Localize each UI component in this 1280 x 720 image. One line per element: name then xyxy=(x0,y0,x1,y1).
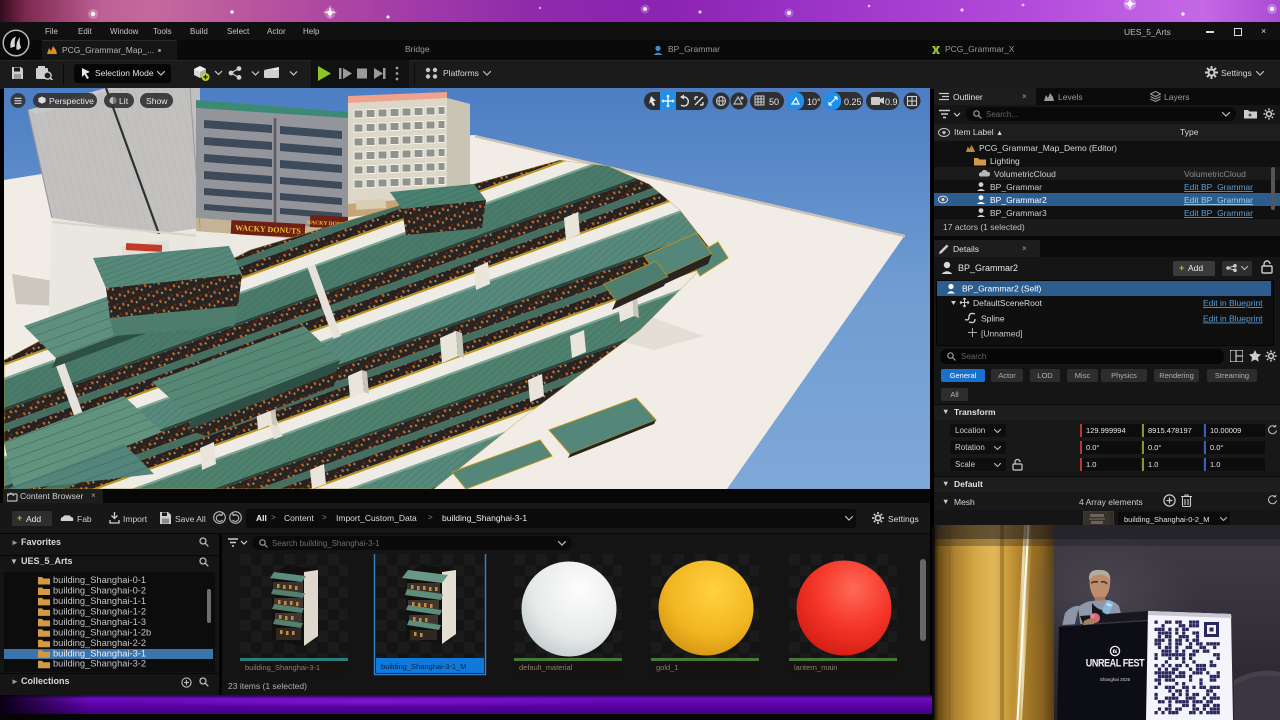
svg-text:BP_Grammar: BP_Grammar xyxy=(990,182,1042,192)
svg-text:BP_Grammar3: BP_Grammar3 xyxy=(990,208,1047,218)
svg-text:building_Shanghai-2-2: building_Shanghai-2-2 xyxy=(53,638,146,648)
svg-text:Perspective: Perspective xyxy=(49,96,94,106)
svg-text:Edit BP_Grammar: Edit BP_Grammar xyxy=(1184,195,1253,205)
svg-text:Shanghai 2025: Shanghai 2025 xyxy=(1100,677,1131,682)
svg-text:Lighting: Lighting xyxy=(990,156,1020,166)
svg-text:Edit in Blueprint: Edit in Blueprint xyxy=(1203,298,1263,308)
svg-text:Spline: Spline xyxy=(981,314,1005,324)
svg-text:building_Shanghai-1-3: building_Shanghai-1-3 xyxy=(53,617,146,627)
svg-text:building_Shanghai-1-2b: building_Shanghai-1-2b xyxy=(53,627,151,637)
svg-text:10°: 10° xyxy=(807,97,821,107)
svg-text:Edit in Blueprint: Edit in Blueprint xyxy=(1203,314,1263,324)
svg-text:50: 50 xyxy=(769,97,779,107)
svg-text:building_Shanghai-3-1: building_Shanghai-3-1 xyxy=(245,663,320,672)
svg-text:building_Shanghai-3-1_M: building_Shanghai-3-1_M xyxy=(381,662,466,671)
svg-text:0.25: 0.25 xyxy=(844,97,862,107)
svg-text:building_Shanghai-0-2: building_Shanghai-0-2 xyxy=(53,586,146,596)
svg-text:VolumetricCloud: VolumetricCloud xyxy=(1184,169,1246,179)
svg-text:default_material: default_material xyxy=(519,663,573,672)
svg-text:VolumetricCloud: VolumetricCloud xyxy=(994,169,1056,179)
svg-text:Edit BP_Grammar: Edit BP_Grammar xyxy=(1184,208,1253,218)
svg-text:DefaultSceneRoot: DefaultSceneRoot xyxy=(973,298,1043,308)
svg-text:building_Shanghai-3-1: building_Shanghai-3-1 xyxy=(53,648,146,658)
svg-text:building_Shanghai-1-1: building_Shanghai-1-1 xyxy=(53,596,146,606)
svg-text:Show: Show xyxy=(146,96,168,106)
svg-text:PCG_Grammar_Map_Demo (Editor): PCG_Grammar_Map_Demo (Editor) xyxy=(979,143,1117,153)
svg-text:building_Shanghai-3-2: building_Shanghai-3-2 xyxy=(53,659,146,669)
svg-text:gold_1: gold_1 xyxy=(656,663,679,672)
svg-text:Lit: Lit xyxy=(119,96,129,106)
svg-text:lantern_main: lantern_main xyxy=(794,663,837,672)
svg-text:UNREAL FEST: UNREAL FEST xyxy=(1086,658,1145,670)
svg-text:building_Shanghai-1-2: building_Shanghai-1-2 xyxy=(53,606,146,616)
svg-text:BP_Grammar2: BP_Grammar2 xyxy=(990,195,1047,205)
svg-text:Edit BP_Grammar: Edit BP_Grammar xyxy=(1184,182,1253,192)
svg-text:BP_Grammar2 (Self): BP_Grammar2 (Self) xyxy=(962,284,1042,294)
svg-text:[Unnamed]: [Unnamed] xyxy=(981,329,1023,339)
svg-text:0.9: 0.9 xyxy=(885,97,898,107)
svg-text:building_Shanghai-0-1: building_Shanghai-0-1 xyxy=(53,575,146,585)
